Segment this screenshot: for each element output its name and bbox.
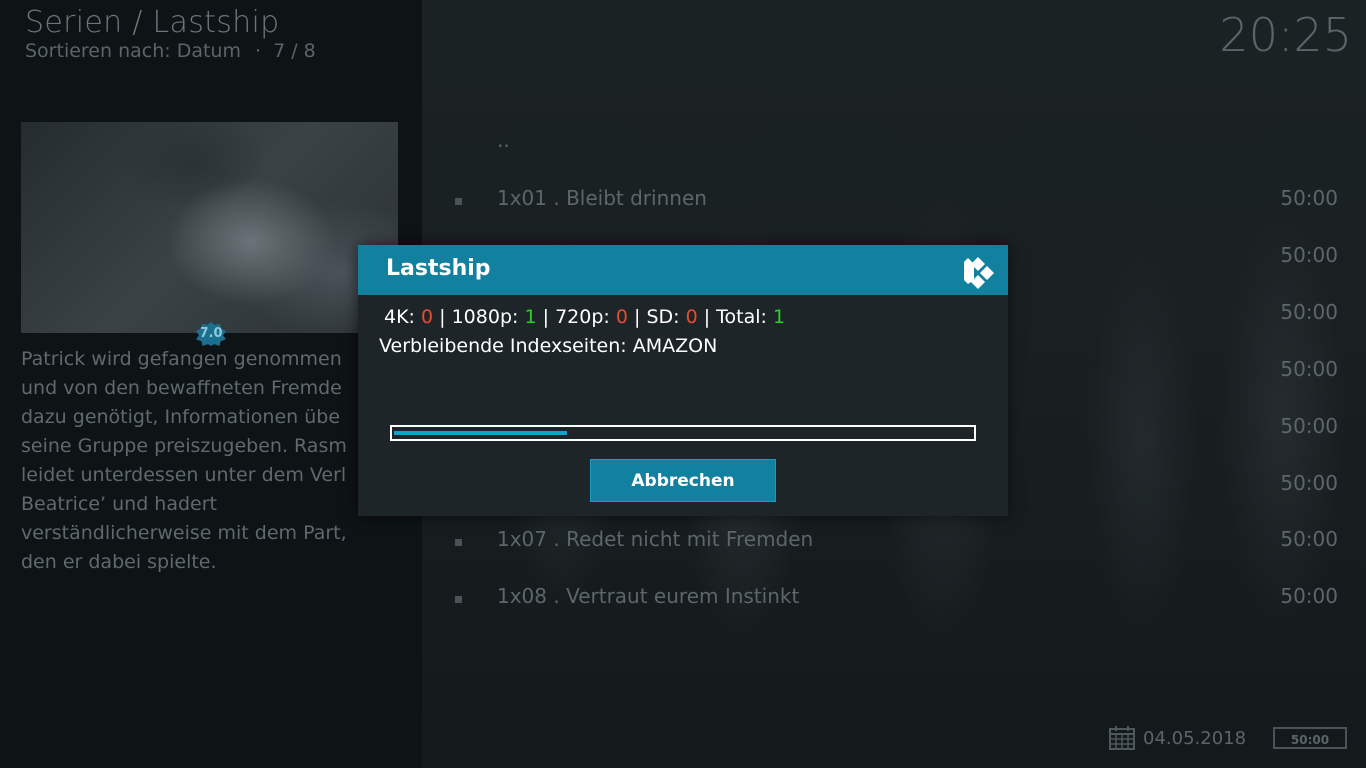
- episode-title: 1x01 . Bleibt drinnen: [497, 186, 707, 210]
- stat-4k-label: 4K:: [384, 306, 415, 328]
- sort-separator: ·: [255, 40, 262, 62]
- stat-1080p-value: 1: [524, 306, 537, 328]
- stat-separator: |: [542, 306, 550, 328]
- list-item[interactable]: 1x01 . Bleibt drinnen 50:00: [452, 186, 1338, 216]
- stat-separator: |: [703, 306, 711, 328]
- stat-sd-value: 0: [685, 306, 698, 328]
- quality-stats: 4K: 0 | 1080p: 1 | 720p: 0 | SD: 0 | Tot…: [384, 306, 785, 328]
- dialog-title: Lastship: [386, 256, 491, 281]
- calendar-icon: [1109, 726, 1135, 750]
- progress-dialog: Lastship 4K: 0 | 1080p: 1 | 720p: 0 | SD…: [358, 245, 1008, 516]
- kodi-logo-icon: [964, 257, 994, 289]
- stat-separator: |: [439, 306, 446, 328]
- sort-info: Sortieren nach: Datum · 7 / 8: [25, 40, 316, 62]
- list-item[interactable]: 1x07 . Redet nicht mit Fremden 50:00: [452, 527, 1338, 557]
- stat-total-label: Total:: [716, 306, 767, 328]
- plot-line: leidet unterdessen unter dem Verl: [21, 464, 347, 486]
- stat-separator: |: [633, 306, 641, 328]
- episode-duration: 50:00: [1280, 357, 1338, 381]
- item-position: 7 / 8: [273, 40, 316, 62]
- remaining-index-pages: Verbleibende Indexseiten: AMAZON: [379, 335, 718, 357]
- sort-label: Sortieren nach: Datum: [25, 40, 241, 62]
- stat-sd-label: SD:: [646, 306, 680, 328]
- plot-line: und von den bewaffneten Fremde: [21, 377, 342, 399]
- duration-badge: 50:00: [1273, 727, 1347, 749]
- episode-duration: 50:00: [1280, 527, 1338, 551]
- plot-line: verständlicherweise mit dem Part,: [21, 522, 347, 544]
- unwatched-bullet-icon: [455, 596, 462, 603]
- stat-720p-value: 0: [615, 306, 628, 328]
- stat-720p-label: 720p:: [555, 306, 610, 328]
- episode-title: 1x08 . Vertraut eurem Instinkt: [497, 584, 800, 608]
- episode-duration: 50:00: [1280, 584, 1338, 608]
- episode-thumbnail: [21, 122, 398, 333]
- stat-4k-value: 0: [421, 306, 434, 328]
- plot-line: Patrick wird gefangen genommen: [21, 348, 342, 370]
- unwatched-bullet-icon: [455, 539, 462, 546]
- episode-title: 1x07 . Redet nicht mit Fremden: [497, 527, 814, 551]
- premiere-date: 04.05.2018: [1143, 728, 1247, 749]
- progress-fill: [394, 431, 567, 435]
- episode-duration: 50:00: [1280, 300, 1338, 324]
- unwatched-bullet-icon: [455, 198, 462, 205]
- episode-duration: 50:00: [1280, 414, 1338, 438]
- episode-duration: 50:00: [1280, 186, 1338, 210]
- stat-1080p-label: 1080p:: [451, 306, 519, 328]
- plot-line: Beatrice’ und hadert: [21, 493, 218, 515]
- plot-line: den er dabei spielte.: [21, 551, 217, 573]
- plot-text: Patrick wird gefangen genommen und von d…: [21, 345, 371, 577]
- progress-bar: [390, 425, 976, 441]
- episode-duration: 50:00: [1280, 471, 1338, 495]
- episode-duration: 50:00: [1280, 243, 1338, 267]
- plot-line: seine Gruppe preiszugeben. Rasm: [21, 435, 347, 457]
- cancel-button[interactable]: Abbrechen: [590, 459, 776, 502]
- plot-line: dazu genötigt, Informationen übe: [21, 406, 341, 428]
- page-title: Serien / Lastship: [25, 5, 280, 40]
- list-item[interactable]: 1x08 . Vertraut eurem Instinkt 50:00: [452, 584, 1338, 614]
- stat-total-value: 1: [773, 306, 786, 328]
- dialog-header: Lastship: [358, 245, 1008, 295]
